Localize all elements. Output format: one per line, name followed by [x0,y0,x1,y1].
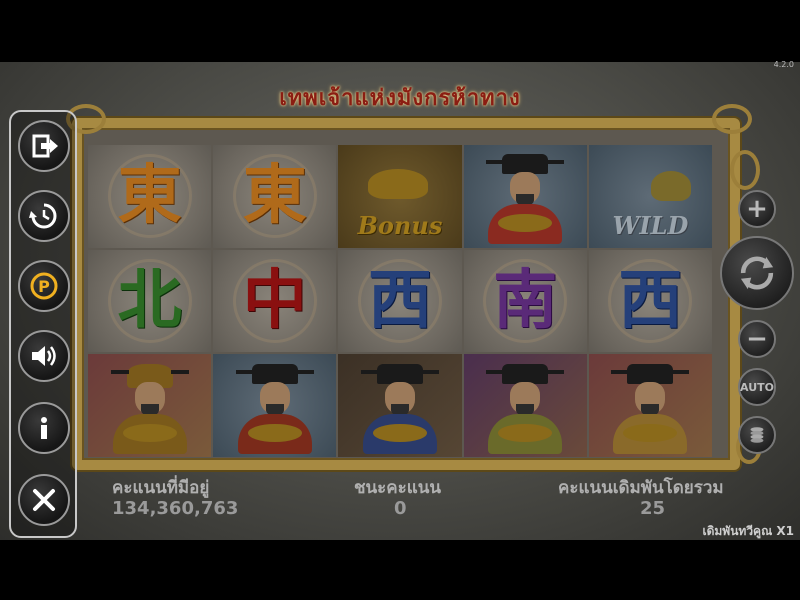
reel-cell [463,145,587,248]
glyph-symbol: 東 [242,158,307,234]
version-label: 4.2.0 [773,60,794,69]
info-button[interactable] [18,402,70,454]
reel-cell: 中 [213,249,337,353]
frame-ornament [730,150,760,190]
general-symbol [105,358,195,454]
bonus-label: Bonus [357,210,443,240]
minus-icon: − [746,324,768,354]
reel-cell [588,354,712,457]
svg-text:P: P [38,277,50,296]
sound-icon [32,346,56,366]
sound-button[interactable] [18,330,70,382]
auto-spin-button[interactable]: AUTO [738,368,776,406]
reel-cell [463,354,587,457]
balance-value: 134,360,763 [112,498,239,519]
reel-cell: 西 [338,249,462,353]
reel-cell: 東 [213,145,337,248]
glyph-symbol: 中 [242,262,307,338]
coin-stack-button[interactable] [738,416,776,454]
win-value: 0 [394,498,407,519]
reel-cell: 東 [88,145,212,248]
god-symbol [230,358,320,454]
gold-ingot-icon [650,171,691,201]
reel-cell [213,354,337,457]
reel-cell: 南 [463,249,587,353]
god-symbol [480,358,570,454]
win-label: ชนะคะแนน [354,478,441,498]
balance-label: คะแนนที่มีอยู่ [112,478,210,498]
paytable-button[interactable]: P [18,260,70,312]
total-bet-value: 25 [640,498,666,519]
total-bet-label: คะแนนเดิมพันโดยรวม [558,478,724,498]
paytable-icon: P [30,272,58,300]
history-button[interactable] [18,190,70,242]
glyph-symbol: 西 [618,262,683,338]
gold-ingot-icon [368,169,429,199]
increase-bet-button[interactable]: + [738,190,776,228]
coin-stack-icon [750,427,764,443]
reel-cell: 北 [88,249,212,353]
exit-button[interactable] [18,120,70,172]
god-symbol [480,148,570,245]
wild-label: WILD [612,210,689,240]
auto-label: AUTO [740,380,774,394]
frame-ornament [712,104,752,134]
god-symbol [355,358,445,454]
game-title: เทพเจ้าแห่งมังกรห้าทาง [279,85,521,111]
exit-icon [32,134,58,158]
glyph-symbol: 北 [117,262,182,338]
spin-icon [740,256,774,290]
spin-button[interactable] [720,236,794,310]
reel-cell: WILD [588,145,712,248]
glyph-symbol: 西 [367,262,432,338]
reels-grid: 東東 Bonus WILD 北中西南西 [88,145,712,457]
glyph-symbol: 東 [117,158,182,234]
info-icon [41,417,47,439]
god-symbol [605,358,695,454]
reel-cell [338,354,462,457]
reel-cell [88,354,212,457]
history-icon [29,203,57,229]
reel-cell: Bonus [338,145,462,248]
game-stage: 4.2.0 เทพเจ้าแห่งมังกรห้าทาง 東東 Bonus WILD… [0,0,800,600]
bet-multiplier-label: เดิมพันทวีคูณ X1 [702,524,794,538]
decrease-bet-button[interactable]: − [738,320,776,358]
reel-cell: 西 [588,249,712,353]
plus-icon: + [746,194,768,224]
glyph-symbol: 南 [493,262,558,338]
